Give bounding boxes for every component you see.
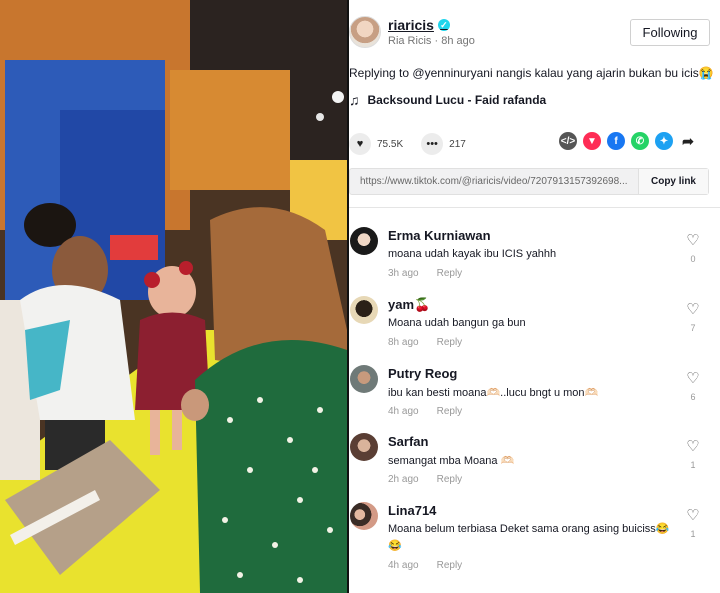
comment-like-count: 6 — [690, 392, 696, 402]
music-title[interactable]: Backsound Lucu - Faid rafanda — [368, 93, 547, 107]
author-username-row[interactable]: riaricis ✓ — [388, 17, 475, 33]
author-username[interactable]: riaricis — [388, 17, 434, 33]
heart-icon[interactable]: ♥ — [349, 133, 371, 155]
copy-link-button[interactable]: Copy link — [638, 169, 708, 194]
comment-item: Erma Kurniawan moana udah kayak ibu ICIS… — [349, 227, 720, 293]
whatsapp-icon[interactable]: ✆ — [631, 132, 649, 150]
post-time: 8h ago — [441, 35, 475, 47]
comment-item: Putry Reog ibu kan besti moana🫶🏻..lucu b… — [349, 365, 720, 431]
verified-badge-icon: ✓ — [437, 19, 450, 31]
reply-button[interactable]: Reply — [437, 474, 463, 485]
comment-count: 217 — [449, 138, 466, 150]
commenter-name[interactable]: Lina714 — [388, 503, 436, 518]
commenter-avatar[interactable] — [350, 365, 378, 393]
music-note-icon: ♫ — [349, 92, 360, 108]
heart-outline-icon[interactable]: ♡ — [686, 508, 700, 523]
commenter-name[interactable]: yam🍒 — [388, 297, 430, 313]
commenter-name[interactable]: Putry Reog — [388, 366, 457, 381]
reply-button[interactable]: Reply — [437, 406, 463, 417]
comment-text: Moana belum terbiasa Deket sama orang as… — [388, 523, 670, 552]
comments-divider — [349, 207, 720, 208]
reply-button[interactable]: Reply — [437, 337, 463, 348]
embed-icon[interactable]: </> — [559, 132, 577, 150]
comment-like-count: 0 — [690, 254, 696, 264]
video-info-panel: riaricis ✓ Ria Ricis · 8h ago Following … — [349, 0, 720, 593]
heart-outline-icon[interactable]: ♡ — [686, 439, 700, 454]
author-subline: Ria Ricis · 8h ago — [388, 35, 475, 47]
comment-time: 2h ago — [388, 474, 419, 485]
comment-time: 3h ago — [388, 268, 419, 279]
reply-button[interactable]: Reply — [437, 268, 463, 279]
share-arrow-icon[interactable]: ➦ — [679, 132, 697, 150]
following-button[interactable]: Following — [630, 19, 710, 46]
music-row[interactable]: ♫ Backsound Lucu - Faid rafanda — [349, 92, 546, 108]
like-count: 75.5K — [377, 138, 404, 150]
comment-like-count: 1 — [690, 460, 696, 470]
caption-text: nangis kalau yang ajarin bukan bu icis😭 — [495, 66, 714, 80]
comment-meta: 4h ago Reply — [388, 560, 462, 571]
send-icon[interactable]: ▼ — [583, 132, 601, 150]
comment-item: yam🍒 Moana udah bangun ga bun 8h ago Repl… — [349, 296, 720, 362]
reply-button[interactable]: Reply — [437, 560, 463, 571]
comment-item: Lina714 Moana belum terbiasa Deket sama … — [349, 502, 720, 582]
comment-meta: 3h ago Reply — [388, 268, 462, 279]
replying-prefix: Replying to — [349, 66, 410, 80]
video-link-box: https://www.tiktok.com/@riaricis/video/7… — [349, 168, 709, 195]
comment-text: Moana udah bangun ga bun — [388, 317, 526, 329]
author-header: riaricis ✓ Ria Ricis · 8h ago — [349, 14, 475, 50]
comment-like-count: 7 — [690, 323, 696, 333]
comment-meta: 2h ago Reply — [388, 474, 462, 485]
heart-outline-icon[interactable]: ♡ — [686, 233, 700, 248]
comment-text: semangat mba Moana 🫶🏻 — [388, 455, 515, 467]
facebook-icon[interactable]: f — [607, 132, 625, 150]
commenter-avatar[interactable] — [350, 296, 378, 324]
comment-icon[interactable]: ••• — [421, 133, 444, 155]
heart-outline-icon[interactable]: ♡ — [686, 302, 700, 317]
video-player[interactable] — [0, 0, 347, 593]
author-avatar[interactable] — [349, 16, 381, 48]
video-url[interactable]: https://www.tiktok.com/@riaricis/video/7… — [350, 176, 638, 187]
commenter-avatar[interactable] — [350, 227, 378, 255]
mention-link[interactable]: @yenninuryani — [412, 66, 492, 80]
comment-like-count: 1 — [690, 529, 696, 539]
comment-time: 4h ago — [388, 406, 419, 417]
comment-text: ibu kan besti moana🫶🏻..lucu bngt u mon🫶🏻 — [388, 387, 599, 399]
author-display-name: Ria Ricis — [388, 35, 432, 47]
share-icons: </> ▼ f ✆ ✦ ➦ — [559, 132, 697, 150]
comment-item: Sarfan semangat mba Moana 🫶🏻 2h ago Reply… — [349, 433, 720, 499]
commenter-avatar[interactable] — [350, 433, 378, 461]
commenter-name[interactable]: Erma Kurniawan — [388, 228, 491, 243]
stats-bar: ♥ 75.5K ••• 217 </> ▼ f ✆ ✦ ➦ — [349, 132, 709, 156]
comment-time: 8h ago — [388, 337, 419, 348]
comment-meta: 4h ago Reply — [388, 406, 462, 417]
comment-text: moana udah kayak ibu ICIS yahhh — [388, 248, 557, 260]
commenter-name[interactable]: Sarfan — [388, 434, 428, 449]
comment-time: 4h ago — [388, 560, 419, 571]
video-frame-image — [0, 0, 347, 593]
twitter-icon[interactable]: ✦ — [655, 132, 673, 150]
commenter-avatar[interactable] — [350, 502, 378, 530]
video-caption: Replying to @yenninuryani nangis kalau y… — [349, 66, 714, 80]
comment-meta: 8h ago Reply — [388, 337, 462, 348]
heart-outline-icon[interactable]: ♡ — [686, 371, 700, 386]
